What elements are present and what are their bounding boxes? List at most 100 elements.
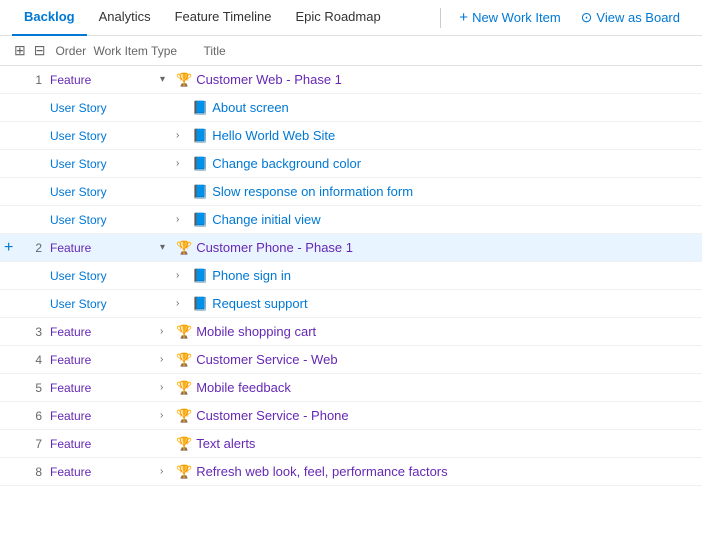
expand-icon[interactable]: ›	[160, 382, 172, 393]
row-type: Feature	[50, 437, 160, 451]
tab-epic-roadmap[interactable]: Epic Roadmap	[283, 0, 392, 36]
book-icon: 📘	[192, 184, 208, 200]
row-order: 6	[12, 409, 50, 423]
expand-icon[interactable]: ›	[176, 214, 188, 225]
row-order: 8	[12, 465, 50, 479]
view-as-board-button[interactable]: ⊙ View as Board	[571, 9, 690, 26]
row-title-text[interactable]: Mobile shopping cart	[196, 324, 316, 339]
table-row: +2Feature▾🏆Customer Phone - Phase 1	[0, 234, 702, 262]
row-title-text[interactable]: Customer Service - Web	[196, 352, 337, 367]
row-title-cell: › 📘 Change background color	[176, 156, 690, 172]
book-icon: 📘	[192, 128, 208, 144]
trophy-icon: 🏆	[176, 240, 192, 256]
book-icon: 📘	[192, 156, 208, 172]
trophy-icon: 🏆	[176, 464, 192, 480]
table-row: +7Feature🏆Text alerts	[0, 430, 702, 458]
row-title-text[interactable]: Refresh web look, feel, performance fact…	[196, 464, 447, 479]
table-row: +User Story›📘Request support	[0, 290, 702, 318]
trophy-icon: 🏆	[176, 408, 192, 424]
row-type: Feature	[50, 381, 160, 395]
row-type: User Story	[50, 129, 160, 143]
row-order: 3	[12, 325, 50, 339]
expand-icon[interactable]: ›	[160, 410, 172, 421]
table-row: +8Feature›🏆Refresh web look, feel, perfo…	[0, 458, 702, 486]
trophy-icon: 🏆	[176, 436, 192, 452]
row-title-cell: › 🏆 Customer Service - Phone	[160, 408, 690, 424]
row-title-text[interactable]: Customer Service - Phone	[196, 408, 348, 423]
tab-backlog[interactable]: Backlog	[12, 0, 87, 36]
table-row: +User Story📘Slow response on information…	[0, 178, 702, 206]
collapse-all-icon[interactable]: ⊟	[32, 41, 48, 60]
row-add-button[interactable]: +	[4, 240, 13, 256]
row-title-cell: ▾🏆Customer Web - Phase 1	[160, 72, 690, 88]
row-type: User Story	[50, 157, 160, 171]
expand-icon[interactable]: ›	[176, 270, 188, 281]
table-row: +6Feature›🏆Customer Service - Phone	[0, 402, 702, 430]
expand-icon[interactable]: ›	[160, 326, 172, 337]
expand-all-icon[interactable]: ⊞	[12, 41, 28, 60]
row-title-cell: › 🏆 Refresh web look, feel, performance fa…	[160, 464, 690, 480]
expand-controls: ⊞ ⊟	[12, 41, 47, 60]
row-title-text[interactable]: Text alerts	[196, 436, 255, 451]
row-title-text[interactable]: Customer Phone - Phase 1	[196, 240, 353, 255]
expand-icon[interactable]: ›	[176, 298, 188, 309]
row-title-cell: › 🏆 Mobile feedback	[160, 380, 690, 396]
book-icon: 📘	[192, 212, 208, 228]
row-type: User Story	[50, 297, 160, 311]
row-type: User Story	[50, 185, 160, 199]
row-type: Feature	[50, 73, 160, 87]
row-title-text[interactable]: Mobile feedback	[196, 380, 291, 395]
row-title-cell: › 📘 Phone sign in	[176, 268, 690, 284]
table-row: +User Story📘About screen	[0, 94, 702, 122]
expand-icon[interactable]: ▾	[160, 242, 172, 253]
nav-bar: Backlog Analytics Feature Timeline Epic …	[0, 0, 702, 36]
trophy-icon: 🏆	[176, 352, 192, 368]
row-type: User Story	[50, 101, 160, 115]
new-work-item-button[interactable]: + New Work Item	[449, 9, 570, 26]
row-title-text[interactable]: Customer Web - Phase 1	[196, 72, 342, 87]
col-type: Work Item Type	[93, 44, 203, 58]
expand-icon[interactable]: ›	[160, 466, 172, 477]
row-order: 7	[12, 437, 50, 451]
plus-icon: +	[459, 9, 468, 26]
col-title: Title	[203, 44, 225, 58]
table-row: +3Feature›🏆Mobile shopping cart	[0, 318, 702, 346]
table-body: +1Feature▾🏆Customer Web - Phase 1+User S…	[0, 66, 702, 486]
row-order: 5	[12, 381, 50, 395]
row-title-cell: 📘 Slow response on information form	[176, 184, 690, 200]
table-row: +4Feature›🏆Customer Service - Web	[0, 346, 702, 374]
row-title-cell: ▾ 🏆 Customer Phone - Phase 1	[160, 240, 690, 256]
trophy-icon: 🏆	[176, 324, 192, 340]
row-title-cell: ›📘Request support	[176, 296, 690, 312]
board-icon: ⊙	[581, 9, 593, 26]
row-type: Feature	[50, 325, 160, 339]
expand-icon[interactable]: ›	[176, 158, 188, 169]
tab-feature-timeline[interactable]: Feature Timeline	[163, 0, 284, 36]
row-title-text[interactable]: Change background color	[212, 156, 361, 171]
row-title-text[interactable]: Phone sign in	[212, 268, 291, 283]
expand-icon[interactable]: ›	[160, 354, 172, 365]
row-title-cell: › 📘 Change initial view	[176, 212, 690, 228]
expand-icon[interactable]: ▾	[160, 74, 172, 85]
table-row: +User Story›📘Change background color	[0, 150, 702, 178]
col-order: Order	[55, 44, 93, 58]
row-order: 4	[12, 353, 50, 367]
table-row: +User Story›📘Change initial view	[0, 206, 702, 234]
row-title-text[interactable]: Request support	[212, 296, 307, 311]
row-type: Feature	[50, 353, 160, 367]
trophy-icon: 🏆	[176, 380, 192, 396]
book-icon: 📘	[192, 268, 208, 284]
table-row: +User Story›📘Hello World Web Site	[0, 122, 702, 150]
row-title-text[interactable]: Slow response on information form	[212, 184, 413, 199]
nav-divider	[440, 8, 441, 28]
expand-icon[interactable]: ›	[176, 130, 188, 141]
tab-analytics[interactable]: Analytics	[87, 0, 163, 36]
row-title-text[interactable]: Change initial view	[212, 212, 320, 227]
row-type: Feature	[50, 465, 160, 479]
row-title-cell: › 🏆 Customer Service - Web	[160, 352, 690, 368]
row-title-cell: 📘About screen	[176, 100, 690, 116]
row-title-text[interactable]: About screen	[212, 100, 289, 115]
row-order: 1	[12, 73, 50, 87]
table-row: +5Feature›🏆Mobile feedback	[0, 374, 702, 402]
row-title-text[interactable]: Hello World Web Site	[212, 128, 335, 143]
